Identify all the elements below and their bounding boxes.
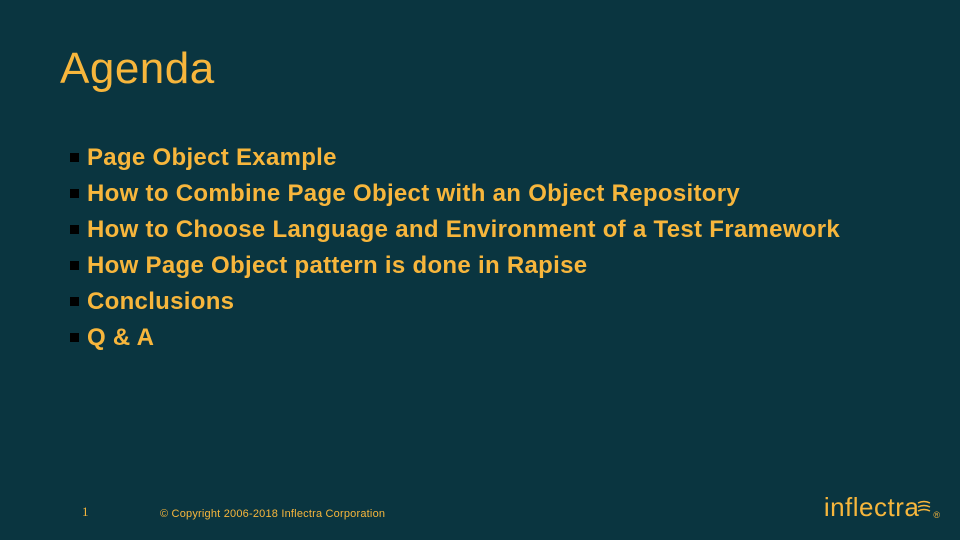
bullet-icon [70, 189, 79, 198]
list-item: How to Combine Page Object with an Objec… [70, 176, 900, 212]
list-item-text: Page Object Example [87, 140, 900, 176]
list-item: Q & A [70, 320, 900, 356]
bullet-icon [70, 153, 79, 162]
page-number: 1 [82, 504, 89, 520]
slide-title: Agenda [60, 44, 215, 94]
bullet-icon [70, 297, 79, 306]
footer: 1 © Copyright 2006-2018 Inflectra Corpor… [0, 492, 960, 522]
logo-text: inflectra [824, 492, 920, 523]
list-item: Page Object Example [70, 140, 900, 176]
registered-icon: ® [933, 510, 940, 520]
list-item: How to Choose Language and Environment o… [70, 212, 900, 248]
inflectra-logo: inflectra ® [824, 492, 940, 524]
list-item-text: How Page Object pattern is done in Rapis… [87, 248, 900, 284]
bullet-icon [70, 261, 79, 270]
agenda-list: Page Object Example How to Combine Page … [70, 140, 900, 356]
bullet-icon [70, 333, 79, 342]
list-item: How Page Object pattern is done in Rapis… [70, 248, 900, 284]
copyright-text: © Copyright 2006-2018 Inflectra Corporat… [160, 508, 385, 520]
list-item-text: Conclusions [87, 284, 900, 320]
list-item: Conclusions [70, 284, 900, 320]
bullet-icon [70, 225, 79, 234]
list-item-text: How to Choose Language and Environment o… [87, 212, 900, 248]
list-item-text: Q & A [87, 320, 900, 356]
logo-swirl-icon [917, 498, 931, 516]
list-item-text: How to Combine Page Object with an Objec… [87, 176, 900, 212]
